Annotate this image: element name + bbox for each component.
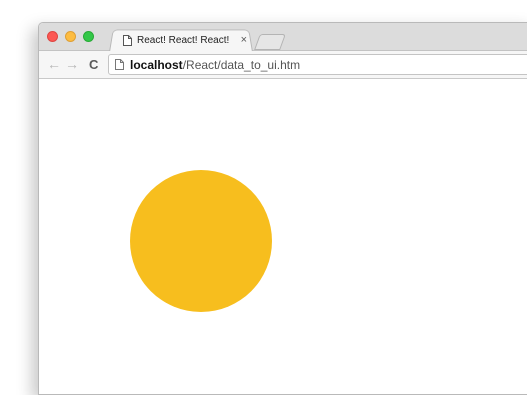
yellow-circle [130,170,272,312]
tab-title: React! React! React! [137,34,230,46]
new-tab-button[interactable] [254,34,286,50]
url-path: /React/data_to_ui.htm [182,57,301,72]
minimize-window-button[interactable] [65,31,76,42]
forward-arrow-icon[interactable]: → [65,55,79,73]
tab-bar: React! React! React! × [39,23,527,52]
reload-icon[interactable]: C [89,56,98,74]
toolbar: ← → C localhost/React/data_to_ui.htm [39,51,527,79]
maximize-window-button[interactable] [83,31,94,42]
tab-close-icon[interactable]: × [241,34,247,46]
browser-window: React! React! React! × ← → C localhost/R… [38,22,527,395]
page-icon [115,59,124,70]
page-content [39,79,527,394]
page-icon [123,34,132,46]
tab-content: React! React! React! × [115,31,251,49]
close-window-button[interactable] [47,31,58,42]
address-bar[interactable]: localhost/React/data_to_ui.htm [108,54,527,75]
back-arrow-icon[interactable]: ← [47,55,61,73]
url-host: localhost [130,57,183,72]
